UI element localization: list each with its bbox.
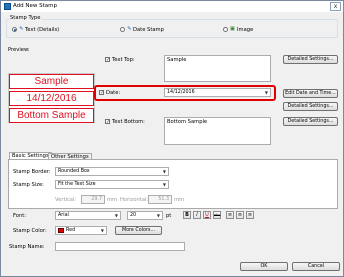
radio-image[interactable] <box>223 27 228 32</box>
font-size-unit: pt <box>166 213 172 219</box>
title-bar: Add New Stamp x <box>1 1 343 12</box>
font-select[interactable]: Arial ▼ <box>55 211 121 220</box>
date-detailed-settings-button[interactable]: Detailed Settings... <box>283 102 338 111</box>
text-top-input[interactable]: Sample <box>164 55 271 82</box>
stamp-color-value: Red <box>66 228 76 233</box>
stamp-preview: Sample 14/12/2016 Bottom Sample <box>8 73 95 123</box>
stamp-app-icon <box>4 3 11 10</box>
align-left-icon[interactable]: ≡ <box>226 211 234 219</box>
dialog-title: Add New Stamp <box>13 3 58 9</box>
edit-date-time-button[interactable]: Edit Date and Time... <box>283 89 338 98</box>
text-top-label: Text Top: <box>112 57 135 63</box>
vertical-unit: mm <box>107 197 118 203</box>
bold-button[interactable]: B <box>183 211 191 219</box>
font-value: Arial <box>58 213 69 218</box>
font-label: Font: <box>13 213 27 219</box>
color-swatch <box>58 228 64 233</box>
date-highlight-callout <box>94 85 276 101</box>
close-button[interactable]: x <box>330 2 341 11</box>
add-new-stamp-dialog: Add New Stamp x Stamp Type ✎ Text (Detai… <box>0 0 344 277</box>
chevron-down-icon: ▼ <box>114 213 118 218</box>
strikethrough-button[interactable]: abc <box>213 211 221 219</box>
stamp-size-label: Stamp Size: <box>13 182 44 188</box>
stamp-border-label: Stamp Border: <box>13 169 51 175</box>
radio-date-stamp[interactable] <box>120 27 125 32</box>
ok-button[interactable]: OK <box>240 262 288 271</box>
align-right-icon[interactable]: ≡ <box>246 211 254 219</box>
preview-line-date: 14/12/2016 <box>9 91 94 106</box>
radio-image-label[interactable]: Image <box>237 27 253 33</box>
vertical-label: Vertical: <box>55 197 77 203</box>
more-colors-button[interactable]: More Colors... <box>115 226 162 235</box>
stamp-border-select[interactable]: Rounded Box ▼ <box>55 167 169 176</box>
stamp-color-select[interactable]: Red ▼ <box>55 226 107 235</box>
image-icon: ▣ <box>230 26 235 32</box>
font-size-value: 20 <box>130 213 137 218</box>
radio-text-details[interactable] <box>12 27 17 32</box>
stamp-border-value: Rounded Box <box>58 169 90 174</box>
text-bottom-detailed-settings-button[interactable]: Detailed Settings... <box>283 117 338 126</box>
chevron-down-icon: ▼ <box>100 228 104 233</box>
align-center-icon[interactable]: ≡ <box>236 211 244 219</box>
radio-text-details-label[interactable]: Text (Details) <box>25 27 59 33</box>
stamp-size-select[interactable]: Fit the Text Size ▼ <box>55 180 169 189</box>
text-details-icon: ✎ <box>19 26 24 32</box>
chevron-down-icon: ▼ <box>156 213 160 218</box>
horizontal-size-input[interactable]: 51.3 <box>148 195 172 204</box>
text-top-checkbox[interactable]: ✓ <box>105 57 110 63</box>
text-top-detailed-settings-button[interactable]: Detailed Settings... <box>283 55 338 64</box>
radio-date-stamp-label[interactable]: Date Stamp <box>133 27 164 33</box>
italic-button[interactable]: I <box>193 211 201 219</box>
chevron-down-icon: ▼ <box>162 182 166 187</box>
horizontal-unit: mm <box>174 197 185 203</box>
stamp-size-value: Fit the Text Size <box>58 182 96 187</box>
text-bottom-label: Text Bottom: <box>112 119 145 125</box>
underline-button[interactable]: U <box>203 211 211 219</box>
text-bottom-input[interactable]: Bottom Sample <box>164 117 271 145</box>
vertical-size-input[interactable]: 29.7 <box>81 195 105 204</box>
preview-label: Preview: <box>8 47 30 53</box>
stamp-name-input[interactable] <box>55 242 185 251</box>
horizontal-label: Horizontal: <box>120 197 149 203</box>
preview-line-top: Sample <box>9 74 94 89</box>
stamp-name-label: Stamp Name: <box>9 244 45 250</box>
cancel-button[interactable]: Cancel <box>292 262 340 271</box>
date-stamp-icon: ✎ <box>127 26 132 32</box>
preview-line-bottom: Bottom Sample <box>9 108 94 123</box>
chevron-down-icon: ▼ <box>162 169 166 174</box>
stamp-color-label: Stamp Color: <box>13 228 47 234</box>
font-size-select[interactable]: 20 ▼ <box>127 211 163 220</box>
stamp-type-label: Stamp Type <box>9 15 42 21</box>
text-bottom-checkbox[interactable]: ✓ <box>105 119 110 125</box>
